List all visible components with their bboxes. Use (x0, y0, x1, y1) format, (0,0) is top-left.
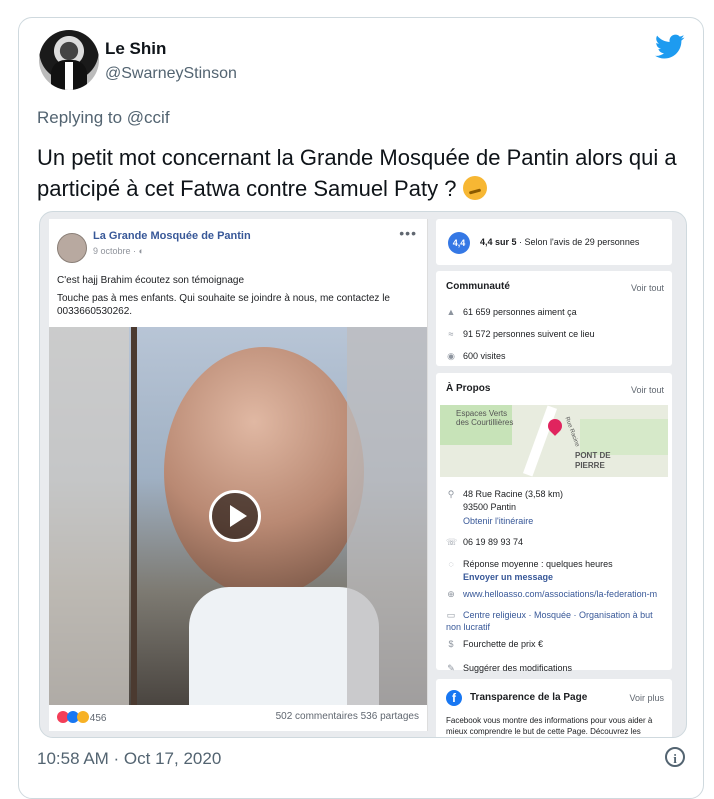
reaction-bar: 456 (57, 711, 106, 726)
rating-box: 4,4 4,4 sur 5 · Selon l'avis de 29 perso… (436, 219, 672, 265)
community-title: Communauté (446, 281, 510, 292)
avatar-shirt (65, 62, 73, 90)
map-label-street: Rue Racine (563, 416, 580, 448)
rss-icon: ≈ (448, 329, 454, 339)
tree-trunk (131, 327, 137, 705)
address-row: ⚲ 48 Rue Racine (3,58 km) (446, 489, 563, 500)
globe-icon: ⊕ (447, 589, 455, 599)
likes-row: ▲ 61 659 personnes aiment ça (446, 307, 577, 317)
video-frame (49, 327, 427, 705)
price-icon: $ (448, 639, 454, 649)
thinking-face-icon (462, 176, 487, 200)
follows-text: 91 572 personnes suivent ce lieu (463, 329, 595, 339)
about-title: À Propos (446, 383, 491, 394)
map-label-pont: PONT DE PIERRE (575, 451, 611, 470)
more-options-icon: ••• (399, 225, 417, 241)
tweet-timestamp[interactable]: 10:58 AM · Oct 17, 2020 (37, 749, 221, 769)
fb-post-line-1: C'est hajj Brahim écoutez son témoignage (57, 275, 245, 286)
video-blur-right (347, 327, 427, 705)
page-logo (57, 233, 87, 263)
fb-post-line-2: Touche pas à mes enfants. Qui souhaite s… (57, 293, 390, 317)
community-box: Communauté Voir tout ▲ 61 659 personnes a… (436, 271, 672, 366)
response-text: Réponse moyenne : quelques heures (463, 559, 613, 569)
tweet-media[interactable]: La Grande Mosquée de Pantin 9 octobre · … (39, 211, 687, 738)
comment-share-counts: 502 commentaires 536 partages (275, 711, 419, 722)
replying-to-link[interactable]: @ccif (127, 108, 170, 127)
price-text: Fourchette de prix € (463, 639, 544, 649)
rating-score: 4,4 sur 5 (480, 237, 517, 247)
tweet-card: Le Shin @SwarneyStinson Replying to @cci… (18, 17, 704, 799)
location-map: Espaces Verts des Courtillières PONT DE … (440, 405, 668, 477)
location-icon: ⚲ (447, 489, 455, 499)
transparency-see-more: Voir plus (629, 693, 664, 703)
thumbs-up-icon: ▲ (446, 307, 456, 317)
replying-to: Replying to @ccif (37, 108, 170, 128)
community-see-all: Voir tout (630, 283, 664, 293)
reaction-icons (57, 711, 89, 726)
likes-text: 61 659 personnes aiment ça (463, 307, 577, 317)
city-text: 93500 Pantin (463, 502, 517, 512)
visits-text: 600 visites (463, 351, 506, 361)
suggest-text: Suggérer des modifications (463, 663, 573, 673)
author-name[interactable]: Le Shin (105, 39, 166, 59)
map-road (522, 405, 558, 477)
directions-link: Obtenir l'itinéraire (463, 516, 534, 526)
checkin-icon: ◉ (447, 351, 455, 361)
facebook-icon: f (446, 690, 462, 706)
category-text: Centre religieux · Mosquée · Organisatio… (446, 610, 653, 632)
fb-post-date: 9 octobre · ◐ (93, 246, 144, 256)
play-icon (209, 490, 261, 542)
about-box: À Propos Voir tout Espaces Verts des Cou… (436, 373, 672, 673)
tweet-body: Un petit mot concernant la Grande Mosqué… (37, 145, 677, 201)
info-icon[interactable]: i (665, 747, 685, 767)
fb-post-date-text: 9 octobre · (93, 246, 139, 256)
globe-icon: ◐ (138, 246, 144, 256)
map-park-2 (580, 419, 668, 455)
map-label-park: Espaces Verts des Courtillières (456, 409, 514, 427)
about-see-all: Voir tout (630, 385, 664, 395)
transparency-box: f Transparence de la Page Voir plus Face… (436, 679, 672, 737)
address-text: 48 Rue Racine (3,58 km) (463, 489, 564, 499)
send-message-link: Envoyer un message (463, 572, 554, 582)
facebook-post: La Grande Mosquée de Pantin 9 octobre · … (49, 219, 428, 731)
rating-detail: · Selon l'avis de 29 personnes (516, 237, 640, 247)
messenger-icon: ◌ (448, 559, 454, 569)
author-handle[interactable]: @SwarneyStinson (105, 65, 237, 83)
suggest-row: ✎ Suggérer des modifications (446, 663, 572, 674)
website-row: ⊕ www.helloasso.com/associations/la-feder… (446, 589, 657, 600)
transparency-text: Facebook vous montre des informations po… (446, 716, 653, 736)
video-person (164, 347, 364, 597)
website-text: www.helloasso.com/associations/la-federa… (463, 589, 658, 599)
pencil-icon: ✎ (447, 663, 455, 673)
video-blur-left (49, 327, 129, 705)
category-row: ▭ Centre religieux · Mosquée · Organisati… (446, 609, 656, 633)
tweet-text: Un petit mot concernant la Grande Mosqué… (37, 142, 687, 204)
twitter-bird-icon[interactable] (655, 34, 685, 60)
phone-text: 06 19 89 93 74 (463, 537, 524, 547)
avatar[interactable] (39, 30, 99, 90)
reaction-count: 456 (89, 713, 107, 725)
transparency-title: Transparence de la Page (470, 692, 588, 703)
fb-page-name: La Grande Mosquée de Pantin (93, 230, 251, 242)
rating-text: 4,4 sur 5 · Selon l'avis de 29 personnes (480, 237, 639, 247)
phone-icon: ☏ (446, 537, 458, 547)
visits-row: ◉ 600 visites (446, 351, 506, 362)
follows-row: ≈91 572 personnes suivent ce lieu (446, 329, 595, 339)
rating-badge: 4,4 (448, 232, 470, 254)
phone-row: ☏ 06 19 89 93 74 (446, 537, 523, 548)
price-row: $ Fourchette de prix € (446, 639, 543, 649)
replying-prefix: Replying to (37, 108, 127, 127)
tag-icon: ▭ (446, 610, 456, 620)
response-row: ◌ Réponse moyenne : quelques heures (446, 559, 613, 569)
